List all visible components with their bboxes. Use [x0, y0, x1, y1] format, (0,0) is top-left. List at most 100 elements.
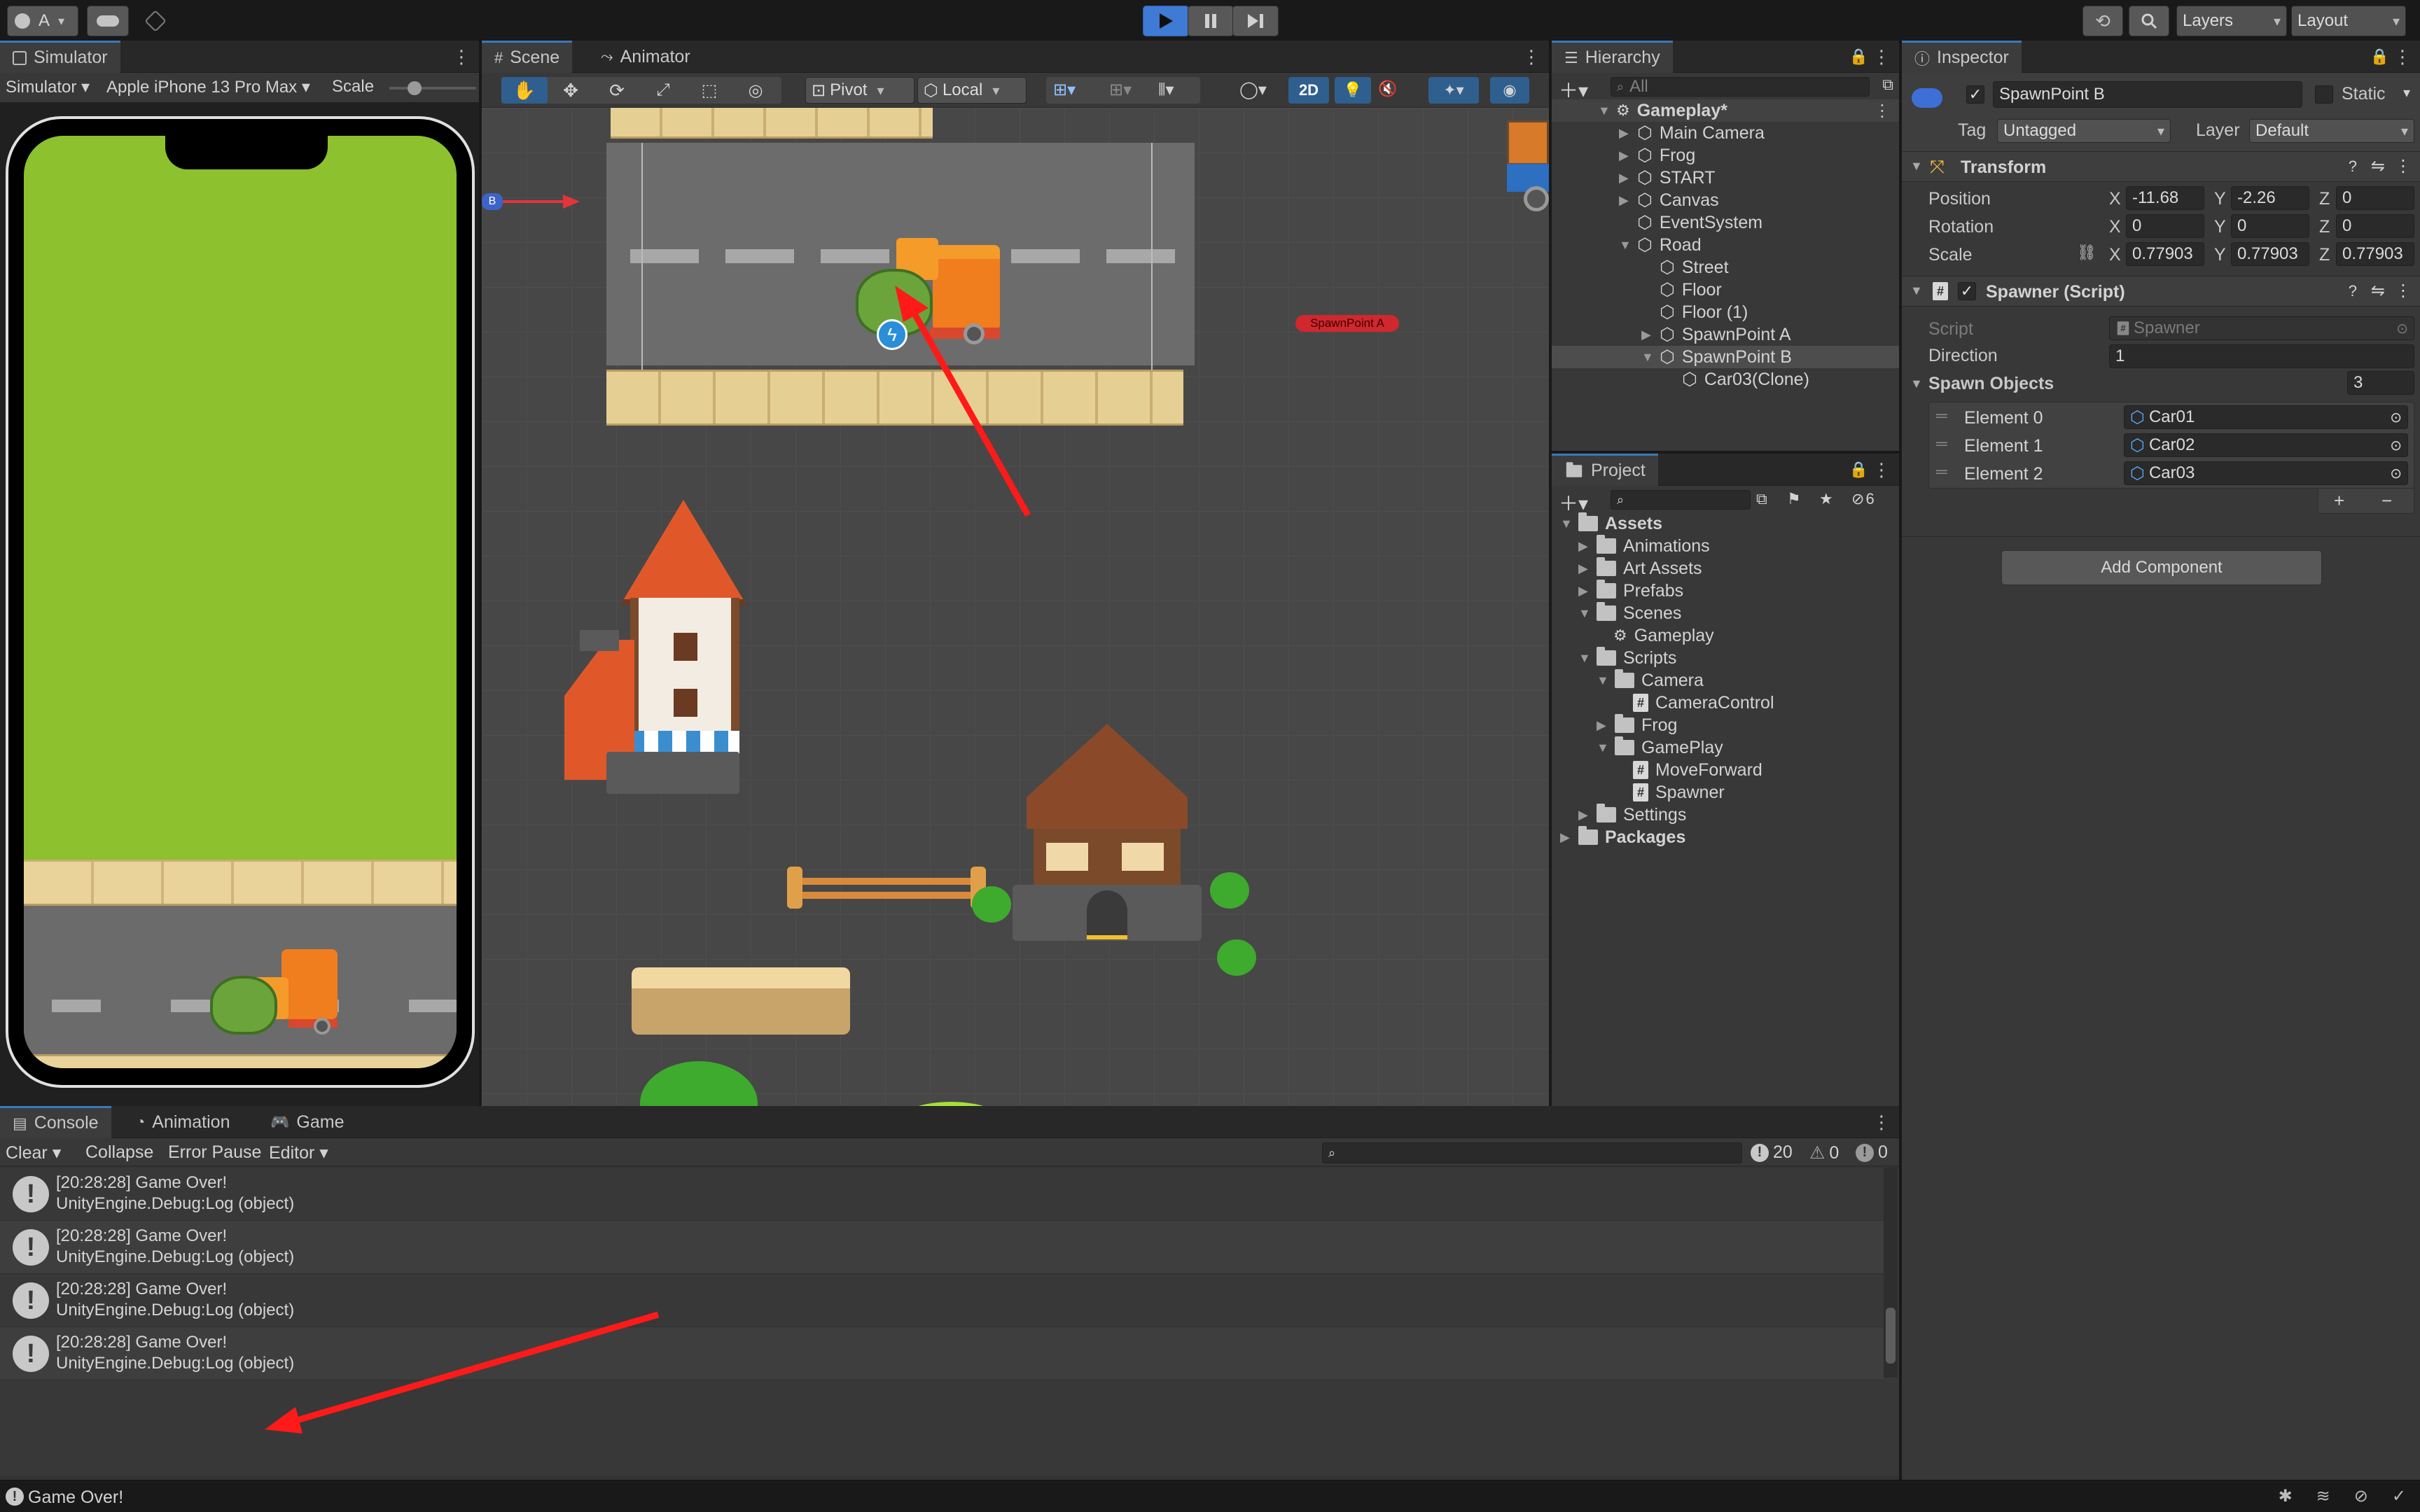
local-dropdown[interactable]: ⬡ Local	[917, 77, 1027, 104]
tab-animation[interactable]: ◔ Animation	[123, 1106, 242, 1138]
scene-visibility-icon[interactable]: ⧉	[1882, 76, 1893, 94]
progress-icon[interactable]: ≋	[2316, 1486, 2330, 1506]
object-picker-icon[interactable]: ⊙	[2390, 409, 2402, 426]
error-count-toggle[interactable]: ! 0	[1856, 1142, 1888, 1163]
remove-element-button[interactable]: −	[2381, 490, 2392, 512]
tree-item-eventsystem[interactable]: ⬡ EventSystem	[1619, 211, 1762, 234]
tree-folder-prefabs[interactable]: ▶ Prefabs	[1578, 580, 1683, 602]
hierarchy-menu-icon[interactable]: ⋮	[1872, 46, 1891, 68]
scale-slider[interactable]	[389, 81, 476, 95]
search-by-type-icon[interactable]: ⧉	[1756, 490, 1767, 508]
object-picker-icon[interactable]: ⊙	[2396, 320, 2408, 337]
move-tool-icon[interactable]: ✥	[548, 77, 594, 104]
static-checkbox[interactable]	[2315, 85, 2333, 104]
history-button[interactable]: ⟲	[2082, 6, 2123, 36]
scale-z-field[interactable]: 0.77903	[2336, 242, 2414, 266]
search-button[interactable]	[2129, 6, 2169, 36]
tab-game[interactable]: 🎮 Game	[258, 1106, 357, 1138]
layout-dropdown[interactable]: Layout	[2291, 6, 2406, 36]
visibility-icon[interactable]: ◉	[1490, 77, 1529, 104]
rotation-x-field[interactable]: 0	[2126, 214, 2204, 238]
element-0-field[interactable]: ⬡ Car01 ⊙	[2124, 405, 2408, 429]
rect-tool-icon[interactable]: ⬚	[686, 77, 732, 104]
list-element-0[interactable]: ═ Element 0 ⬡ Car01 ⊙	[1929, 404, 2415, 432]
debug-icon[interactable]: ✱	[2279, 1486, 2293, 1506]
hierarchy-search-input[interactable]: ⌕ All	[1611, 77, 1870, 97]
help-icon[interactable]: ?	[2349, 158, 2357, 176]
tree-file-moveforward[interactable]: # MoveForward	[1633, 759, 1762, 781]
tree-folder-frog[interactable]: ▶ Frog	[1597, 714, 1677, 736]
object-icon[interactable]	[1912, 88, 1942, 108]
tree-item-spawnpoint-a[interactable]: ▶ ⬡ SpawnPoint A	[1641, 323, 1791, 346]
tree-item-car03-clone[interactable]: ⬡ Car03(Clone)	[1664, 368, 1809, 391]
tree-folder-settings[interactable]: ▶ Settings	[1578, 804, 1686, 826]
preset-icon[interactable]: ⇋	[2371, 281, 2385, 301]
drag-handle-icon[interactable]: ═	[1936, 435, 1947, 453]
scale-slider-handle[interactable]	[408, 81, 422, 95]
tree-item-main-camera[interactable]: ▶ ⬡ Main Camera	[1619, 122, 1765, 144]
hidden-packages-icon[interactable]: ⊘ 6	[1851, 490, 1875, 508]
pause-button[interactable]	[1188, 6, 1234, 36]
render-mode-icon[interactable]: ◯▾	[1239, 80, 1267, 100]
tree-file-cameracontrol[interactable]: # CameraControl	[1633, 692, 1774, 714]
rotation-y-field[interactable]: 0	[2231, 214, 2309, 238]
collab-icon[interactable]	[144, 10, 167, 32]
tree-item-road[interactable]: ▼ ⬡ Road	[1619, 234, 1702, 256]
transform-tool-icon[interactable]: ◎	[732, 77, 779, 104]
tree-folder-scenes[interactable]: ▼ Scenes	[1578, 602, 1681, 624]
grid-icon[interactable]: ⊞▾	[1109, 80, 1132, 100]
scene-options-icon[interactable]: ⋮	[1874, 101, 1891, 121]
scale-x-field[interactable]: 0.77903	[2126, 242, 2204, 266]
favorite-icon[interactable]: ★	[1819, 490, 1833, 508]
spawner-enabled-checkbox[interactable]: ✓	[1958, 282, 1976, 300]
tree-file-spawner[interactable]: # Spawner	[1633, 781, 1725, 804]
search-by-label-icon[interactable]: ⚑	[1787, 490, 1801, 508]
lock-icon[interactable]: 🔒	[2370, 48, 2389, 66]
rotate-tool-icon[interactable]: ⟳	[594, 77, 640, 104]
increment-icon[interactable]: ⦀▾	[1158, 80, 1174, 100]
help-icon[interactable]: ?	[2349, 282, 2357, 300]
element-2-field[interactable]: ⬡ Car03 ⊙	[2124, 461, 2408, 485]
tree-item-floor-1[interactable]: ⬡ Floor (1)	[1641, 301, 1748, 323]
object-active-checkbox[interactable]: ✓	[1966, 85, 1984, 104]
tree-item-floor[interactable]: ⬡ Floor	[1641, 279, 1722, 301]
collapse-button[interactable]: Collapse	[85, 1142, 153, 1163]
lighting-icon[interactable]: 💡	[1335, 77, 1371, 104]
project-menu-icon[interactable]: ⋮	[1872, 459, 1891, 481]
layers-dropdown[interactable]: Layers	[2176, 6, 2287, 36]
tab-animator[interactable]: ⤳ Animator	[588, 41, 703, 73]
cache-icon[interactable]: ⊘	[2354, 1486, 2368, 1506]
tab-hierarchy[interactable]: ☰ Hierarchy	[1552, 41, 1673, 73]
tree-folder-packages[interactable]: ▶ Packages	[1560, 826, 1685, 848]
checkmark-icon[interactable]: ✓	[2392, 1486, 2406, 1506]
tree-item-start[interactable]: ▶ ⬡ START	[1619, 167, 1715, 189]
tree-folder-art-assets[interactable]: ▶ Art Assets	[1578, 557, 1702, 580]
drag-handle-icon[interactable]: ═	[1936, 463, 1947, 481]
log-entry[interactable]: ! [20:28:28] Game Over! UnityEngine.Debu…	[0, 1221, 1884, 1274]
tree-folder-animations[interactable]: ▶ Animations	[1578, 535, 1710, 557]
tree-folder-camera[interactable]: ▼ Camera	[1597, 669, 1704, 692]
tree-file-gameplay-scene[interactable]: ⚙ Gameplay	[1613, 624, 1714, 647]
drag-handle-icon[interactable]: ═	[1936, 407, 1947, 425]
element-1-field[interactable]: ⬡ Car02 ⊙	[2124, 433, 2408, 457]
panel-menu-icon[interactable]: ⋮	[452, 46, 471, 68]
lock-icon[interactable]: 🔒	[1849, 48, 1868, 66]
audio-icon[interactable]: 🔇	[1378, 80, 1397, 98]
console-scrollbar-thumb[interactable]	[1886, 1308, 1896, 1364]
scene-viewport[interactable]: ϟ B SpawnPoint A	[482, 108, 1549, 1106]
tree-folder-scripts[interactable]: ▼ Scripts	[1578, 647, 1676, 669]
preset-icon[interactable]: ⇋	[2371, 156, 2385, 176]
tab-project[interactable]: Project	[1552, 454, 1658, 486]
spawnpoint-a-gizmo[interactable]: SpawnPoint A	[1295, 315, 1399, 332]
console-scrollbar[interactable]	[1884, 1168, 1898, 1378]
inspector-menu-icon[interactable]: ⋮	[2393, 46, 2412, 68]
tree-item-gameplay[interactable]: ▼ ⚙ Gameplay*	[1598, 99, 1727, 122]
static-dropdown-icon[interactable]: ▾	[2403, 84, 2410, 102]
info-count-toggle[interactable]: ! 20	[1751, 1142, 1793, 1163]
spawn-objects-count-field[interactable]: 3	[2347, 371, 2414, 395]
warning-count-toggle[interactable]: ⚠ 0	[1809, 1142, 1839, 1163]
list-element-1[interactable]: ═ Element 1 ⬡ Car02 ⊙	[1929, 432, 2415, 460]
account-dropdown[interactable]: A ▾	[7, 6, 78, 36]
spawner-header[interactable]: ▼ # ✓ Spawner (Script) ? ⇋ ⋮	[1902, 276, 2420, 307]
rotation-z-field[interactable]: 0	[2336, 214, 2414, 238]
